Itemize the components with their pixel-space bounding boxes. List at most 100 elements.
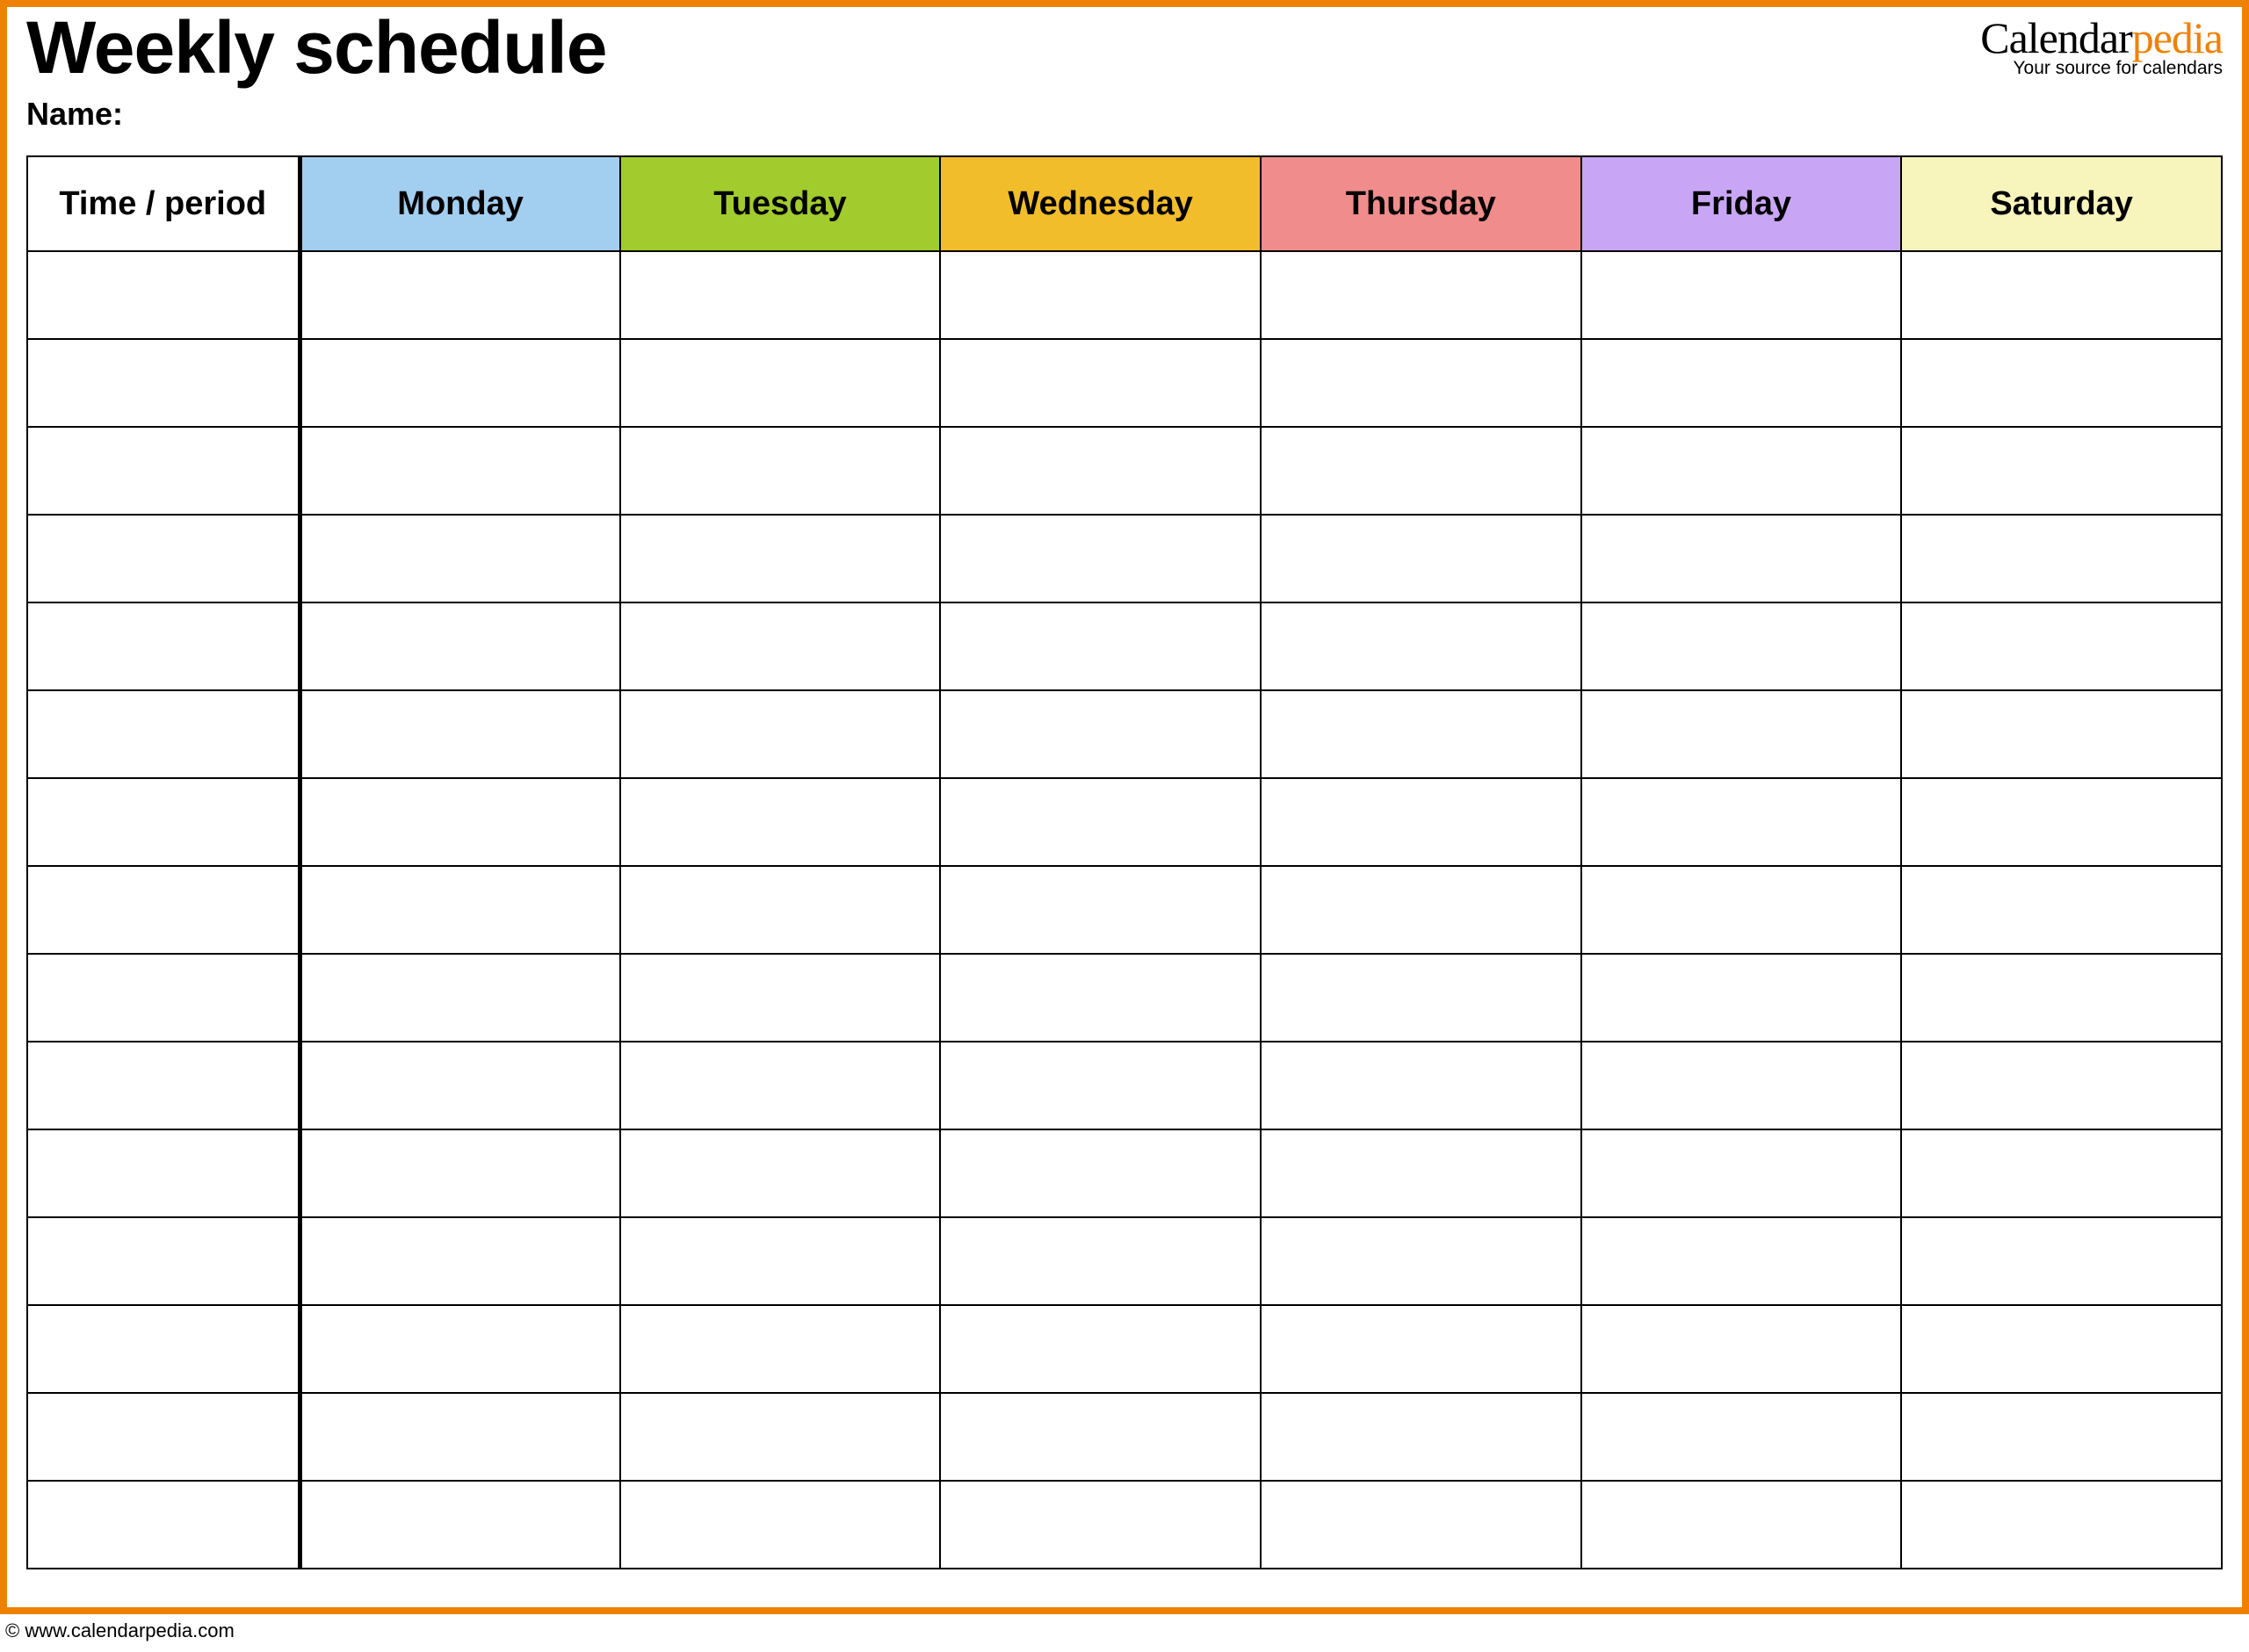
schedule-cell[interactable] — [1581, 1042, 1902, 1129]
time-cell[interactable] — [27, 602, 300, 690]
schedule-cell[interactable] — [1581, 251, 1902, 339]
schedule-cell[interactable] — [1581, 954, 1902, 1042]
schedule-cell[interactable] — [1581, 1393, 1902, 1481]
schedule-cell[interactable] — [1261, 954, 1581, 1042]
schedule-cell[interactable] — [940, 515, 1261, 602]
schedule-cell[interactable] — [620, 866, 941, 954]
time-cell[interactable] — [27, 427, 300, 515]
schedule-cell[interactable] — [300, 954, 620, 1042]
schedule-cell[interactable] — [1901, 1393, 2222, 1481]
schedule-cell[interactable] — [940, 1217, 1261, 1305]
schedule-cell[interactable] — [300, 1217, 620, 1305]
time-cell[interactable] — [27, 690, 300, 778]
schedule-cell[interactable] — [1901, 778, 2222, 866]
schedule-cell[interactable] — [1261, 1129, 1581, 1217]
schedule-cell[interactable] — [1261, 1042, 1581, 1129]
schedule-cell[interactable] — [1901, 515, 2222, 602]
schedule-cell[interactable] — [620, 1217, 941, 1305]
schedule-cell[interactable] — [1581, 1129, 1902, 1217]
time-cell[interactable] — [27, 778, 300, 866]
schedule-cell[interactable] — [1581, 427, 1902, 515]
schedule-cell[interactable] — [1261, 251, 1581, 339]
schedule-cell[interactable] — [300, 1042, 620, 1129]
schedule-cell[interactable] — [1901, 866, 2222, 954]
time-cell[interactable] — [27, 1042, 300, 1129]
time-cell[interactable] — [27, 1481, 300, 1569]
schedule-cell[interactable] — [300, 1305, 620, 1393]
schedule-cell[interactable] — [300, 1481, 620, 1569]
schedule-cell[interactable] — [940, 1129, 1261, 1217]
schedule-cell[interactable] — [1261, 1217, 1581, 1305]
schedule-cell[interactable] — [1901, 1129, 2222, 1217]
schedule-cell[interactable] — [300, 1129, 620, 1217]
schedule-cell[interactable] — [1581, 690, 1902, 778]
schedule-cell[interactable] — [620, 515, 941, 602]
schedule-cell[interactable] — [620, 251, 941, 339]
schedule-cell[interactable] — [620, 427, 941, 515]
time-cell[interactable] — [27, 1129, 300, 1217]
schedule-cell[interactable] — [1581, 1217, 1902, 1305]
schedule-cell[interactable] — [620, 954, 941, 1042]
schedule-cell[interactable] — [620, 1393, 941, 1481]
schedule-cell[interactable] — [1581, 1305, 1902, 1393]
time-cell[interactable] — [27, 1305, 300, 1393]
schedule-cell[interactable] — [300, 339, 620, 427]
schedule-cell[interactable] — [940, 866, 1261, 954]
schedule-cell[interactable] — [1901, 690, 2222, 778]
schedule-cell[interactable] — [1901, 1481, 2222, 1569]
schedule-cell[interactable] — [1581, 866, 1902, 954]
schedule-cell[interactable] — [940, 1042, 1261, 1129]
schedule-cell[interactable] — [1261, 690, 1581, 778]
schedule-cell[interactable] — [1261, 1305, 1581, 1393]
schedule-cell[interactable] — [300, 427, 620, 515]
schedule-cell[interactable] — [1901, 602, 2222, 690]
schedule-cell[interactable] — [940, 427, 1261, 515]
schedule-cell[interactable] — [940, 1481, 1261, 1569]
schedule-cell[interactable] — [1261, 778, 1581, 866]
schedule-cell[interactable] — [940, 1305, 1261, 1393]
schedule-cell[interactable] — [940, 954, 1261, 1042]
schedule-cell[interactable] — [620, 602, 941, 690]
time-cell[interactable] — [27, 515, 300, 602]
schedule-cell[interactable] — [1901, 954, 2222, 1042]
time-cell[interactable] — [27, 339, 300, 427]
schedule-cell[interactable] — [940, 339, 1261, 427]
time-cell[interactable] — [27, 251, 300, 339]
schedule-cell[interactable] — [620, 1481, 941, 1569]
schedule-cell[interactable] — [1581, 1481, 1902, 1569]
schedule-cell[interactable] — [1901, 1042, 2222, 1129]
schedule-cell[interactable] — [1901, 339, 2222, 427]
schedule-cell[interactable] — [300, 515, 620, 602]
schedule-cell[interactable] — [620, 1042, 941, 1129]
schedule-cell[interactable] — [300, 602, 620, 690]
schedule-cell[interactable] — [1901, 1305, 2222, 1393]
schedule-cell[interactable] — [300, 778, 620, 866]
time-cell[interactable] — [27, 954, 300, 1042]
schedule-cell[interactable] — [620, 1305, 941, 1393]
schedule-cell[interactable] — [1261, 866, 1581, 954]
schedule-cell[interactable] — [940, 690, 1261, 778]
schedule-cell[interactable] — [940, 602, 1261, 690]
schedule-cell[interactable] — [1581, 778, 1902, 866]
schedule-cell[interactable] — [940, 778, 1261, 866]
schedule-cell[interactable] — [1261, 602, 1581, 690]
schedule-cell[interactable] — [940, 251, 1261, 339]
schedule-cell[interactable] — [620, 690, 941, 778]
schedule-cell[interactable] — [300, 1393, 620, 1481]
schedule-cell[interactable] — [1261, 339, 1581, 427]
schedule-cell[interactable] — [1581, 515, 1902, 602]
time-cell[interactable] — [27, 1217, 300, 1305]
schedule-cell[interactable] — [300, 866, 620, 954]
schedule-cell[interactable] — [1901, 251, 2222, 339]
time-cell[interactable] — [27, 1393, 300, 1481]
time-cell[interactable] — [27, 866, 300, 954]
schedule-cell[interactable] — [1581, 602, 1902, 690]
schedule-cell[interactable] — [620, 339, 941, 427]
schedule-cell[interactable] — [1261, 427, 1581, 515]
schedule-cell[interactable] — [1261, 1393, 1581, 1481]
schedule-cell[interactable] — [1261, 515, 1581, 602]
schedule-cell[interactable] — [1581, 339, 1902, 427]
schedule-cell[interactable] — [300, 690, 620, 778]
schedule-cell[interactable] — [300, 251, 620, 339]
schedule-cell[interactable] — [1261, 1481, 1581, 1569]
